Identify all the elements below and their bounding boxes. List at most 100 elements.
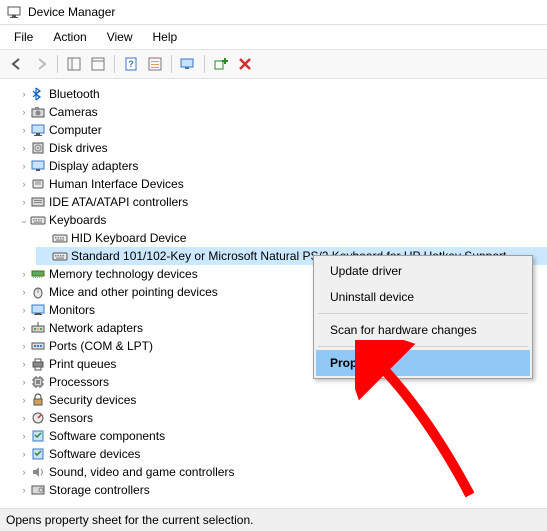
expand-icon[interactable]: › — [18, 89, 30, 99]
toolbar: ? — [0, 49, 547, 79]
tree-node-label: Software components — [49, 429, 165, 443]
tree-node-label: Software devices — [49, 447, 140, 461]
port-icon — [30, 338, 46, 354]
expand-icon[interactable]: › — [18, 467, 30, 477]
statusbar: Opens property sheet for the current sel… — [0, 508, 547, 531]
tree-node-label: Human Interface Devices — [49, 177, 184, 191]
camera-icon — [30, 104, 46, 120]
svg-text:?: ? — [128, 59, 134, 69]
tree-node[interactable]: › Software devices — [14, 445, 547, 463]
collapse-icon[interactable]: ⌄ — [18, 215, 30, 226]
security-icon — [30, 392, 46, 408]
properties-toolbar-button[interactable] — [87, 53, 109, 75]
tree-node-label: Ports (COM & LPT) — [49, 339, 153, 353]
tree-node-label: Sensors — [49, 411, 93, 425]
expand-icon[interactable]: › — [18, 287, 30, 297]
tree-node-label: Keyboards — [49, 213, 106, 227]
status-text: Opens property sheet for the current sel… — [6, 513, 253, 527]
network-icon — [30, 320, 46, 336]
expand-icon[interactable]: › — [18, 395, 30, 405]
tree-node-label: Sound, video and game controllers — [49, 465, 234, 479]
tree-node[interactable]: HID Keyboard Device — [36, 229, 547, 247]
expand-icon[interactable]: › — [18, 269, 30, 279]
tree-node-label: Network adapters — [49, 321, 143, 335]
context-menu-item[interactable]: Scan for hardware changes — [316, 317, 530, 343]
expand-icon[interactable]: › — [18, 143, 30, 153]
tree-node-label: Monitors — [49, 303, 95, 317]
expand-icon[interactable]: › — [18, 431, 30, 441]
titlebar: Device Manager — [0, 0, 547, 25]
keyboard-icon — [52, 230, 68, 246]
context-menu: Update driverUninstall device Scan for ha… — [313, 255, 533, 379]
tree-node[interactable]: ›IDE ATA/ATAPI controllers — [14, 193, 547, 211]
bluetooth-icon — [30, 86, 46, 102]
tree-node[interactable]: › Bluetooth — [14, 85, 547, 103]
uninstall-button[interactable] — [234, 53, 256, 75]
expand-icon[interactable]: › — [18, 341, 30, 351]
scan-hardware-button[interactable] — [177, 53, 199, 75]
tree-node[interactable]: ›Security devices — [14, 391, 547, 409]
expand-icon[interactable]: › — [18, 359, 30, 369]
sound-icon — [30, 464, 46, 480]
action-button[interactable] — [144, 53, 166, 75]
menubar: File Action View Help — [0, 25, 547, 49]
expand-icon[interactable]: › — [18, 413, 30, 423]
memory-icon — [30, 266, 46, 282]
tree-node-label: Storage controllers — [49, 483, 150, 497]
tree-node[interactable]: › Sensors — [14, 409, 547, 427]
menu-view[interactable]: View — [97, 27, 143, 47]
toolbar-separator — [171, 55, 172, 73]
context-menu-separator — [318, 313, 528, 314]
expand-icon[interactable]: › — [18, 377, 30, 387]
expand-icon[interactable]: › — [18, 161, 30, 171]
keyboard-icon — [30, 212, 46, 228]
show-hide-tree-button[interactable] — [63, 53, 85, 75]
context-menu-item[interactable]: Update driver — [316, 258, 530, 284]
tree-node[interactable]: › Cameras — [14, 103, 547, 121]
expand-icon[interactable]: › — [18, 179, 30, 189]
help-button[interactable]: ? — [120, 53, 142, 75]
tree-node[interactable]: › Display adapters — [14, 157, 547, 175]
app-icon — [6, 4, 22, 20]
tree-node-label: Bluetooth — [49, 87, 100, 101]
tree-node[interactable]: › Software components — [14, 427, 547, 445]
ide-icon — [30, 194, 46, 210]
toolbar-separator — [57, 55, 58, 73]
add-hardware-button[interactable] — [210, 53, 232, 75]
toolbar-separator — [114, 55, 115, 73]
context-menu-item[interactable]: Properties — [316, 350, 530, 376]
expand-icon[interactable]: › — [18, 485, 30, 495]
tree-node-label: Cameras — [49, 105, 98, 119]
tree-node[interactable]: ›Computer — [14, 121, 547, 139]
tree-node[interactable]: › Disk drives — [14, 139, 547, 157]
back-button[interactable] — [6, 53, 28, 75]
expand-icon[interactable]: › — [18, 125, 30, 135]
tree-node-label: HID Keyboard Device — [71, 231, 186, 245]
menu-help[interactable]: Help — [143, 27, 188, 47]
tree-node[interactable]: › Sound, video and game controllers — [14, 463, 547, 481]
computer-icon — [30, 122, 46, 138]
expand-icon[interactable]: › — [18, 323, 30, 333]
cpu-icon — [30, 374, 46, 390]
mouse-icon — [30, 284, 46, 300]
context-menu-separator — [318, 346, 528, 347]
software-icon — [30, 428, 46, 444]
tree-node[interactable]: › Human Interface Devices — [14, 175, 547, 193]
printer-icon — [30, 356, 46, 372]
menu-file[interactable]: File — [4, 27, 43, 47]
context-menu-item[interactable]: Uninstall device — [316, 284, 530, 310]
tree-node-label: Display adapters — [49, 159, 138, 173]
menu-action[interactable]: Action — [43, 27, 96, 47]
tree-node-label: Disk drives — [49, 141, 108, 155]
tree-node[interactable]: ⌄ Keyboards — [14, 211, 547, 229]
software-icon — [30, 446, 46, 462]
tree-node[interactable]: › Storage controllers — [14, 481, 547, 499]
forward-button[interactable] — [30, 53, 52, 75]
expand-icon[interactable]: › — [18, 305, 30, 315]
keyboard-icon — [52, 248, 68, 264]
hid-icon — [30, 176, 46, 192]
expand-icon[interactable]: › — [18, 449, 30, 459]
expand-icon[interactable]: › — [18, 197, 30, 207]
expand-icon[interactable]: › — [18, 107, 30, 117]
tree-node-label: Processors — [49, 375, 109, 389]
